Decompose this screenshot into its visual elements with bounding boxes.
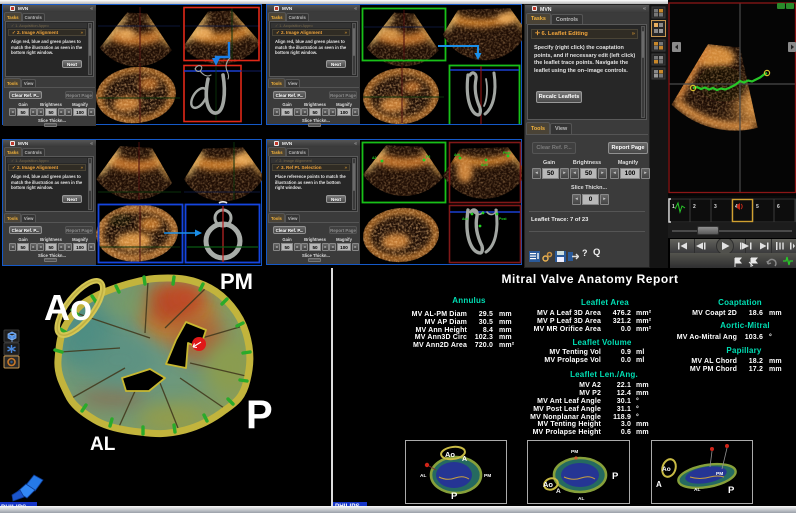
svg-text:Ao: Ao <box>662 466 671 473</box>
svg-text:Ao: Ao <box>543 480 553 489</box>
svg-text:AL: AL <box>694 487 700 493</box>
svg-text:A: A <box>462 456 467 463</box>
svg-text:AL: AL <box>420 473 426 479</box>
svg-text:A2: A2 <box>372 156 377 160</box>
svg-text:6: 6 <box>777 204 780 210</box>
svg-text:AL: AL <box>578 496 584 502</box>
svg-text:A: A <box>556 488 561 495</box>
svg-text:AoV: AoV <box>481 163 489 167</box>
svg-text:Ant: Ant <box>454 153 461 157</box>
svg-text:PM: PM <box>220 269 253 294</box>
svg-text:Ao: Ao <box>445 450 455 459</box>
svg-text:2: 2 <box>693 204 696 210</box>
svg-text:Post: Post <box>499 217 507 221</box>
svg-text:Post: Post <box>503 151 511 155</box>
svg-text:5: 5 <box>756 204 759 210</box>
svg-text:A: A <box>656 480 662 489</box>
svg-text:P: P <box>246 393 273 437</box>
svg-text:PM: PM <box>716 471 723 477</box>
svg-text:Ant: Ant <box>462 217 469 221</box>
svg-text:3: 3 <box>714 204 717 210</box>
svg-text:P: P <box>612 471 619 482</box>
svg-text:1: 1 <box>672 204 675 210</box>
svg-text:AL: AL <box>90 434 116 455</box>
svg-text:PM: PM <box>571 449 578 455</box>
svg-text:P2: P2 <box>426 155 430 159</box>
svg-text:PM: PM <box>484 473 491 479</box>
svg-text:P: P <box>451 491 458 502</box>
svg-text:P: P <box>728 485 735 496</box>
svg-text:Ao: Ao <box>44 287 92 328</box>
